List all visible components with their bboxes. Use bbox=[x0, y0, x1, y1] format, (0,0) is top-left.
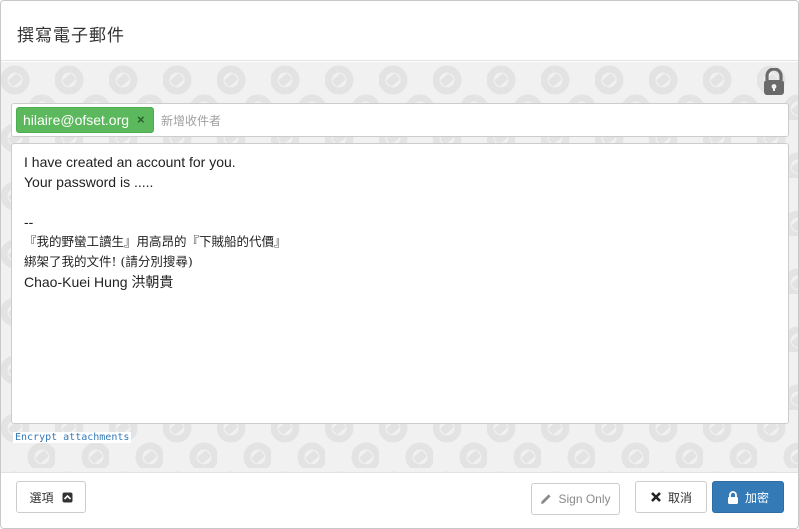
remove-recipient-icon[interactable]: × bbox=[137, 108, 145, 132]
message-line bbox=[24, 192, 776, 212]
recipient-email: hilaire@ofset.org bbox=[23, 112, 130, 128]
message-line: I have created an account for you. bbox=[24, 154, 236, 170]
encrypt-button[interactable]: 加密 bbox=[712, 481, 784, 513]
message-editor[interactable]: I have created an account for you. Your … bbox=[11, 143, 789, 424]
message-line: Your password is ..... bbox=[24, 174, 154, 190]
chevron-up-square-icon bbox=[62, 492, 73, 503]
signature-line: Chao-Kuei Hung 洪朝貴 bbox=[24, 274, 174, 290]
encryption-lock-toggle[interactable] bbox=[762, 67, 786, 96]
cancel-label: 取消 bbox=[667, 490, 692, 505]
close-icon bbox=[650, 491, 662, 503]
options-button[interactable]: 選項 bbox=[16, 481, 86, 513]
message-line: 『我的野蠻工讀生』用高昂的『下賊船的代價』 bbox=[24, 234, 287, 249]
cancel-button[interactable]: 取消 bbox=[635, 481, 707, 513]
lock-icon bbox=[764, 67, 784, 95]
message-line: -- bbox=[24, 214, 34, 230]
recipient-chip[interactable]: hilaire@ofset.org × bbox=[16, 107, 154, 133]
compose-body: hilaire@ofset.org × I have created an ac… bbox=[1, 62, 798, 472]
encrypt-attachments-link[interactable]: Encrypt attachments bbox=[13, 432, 132, 443]
dialog-footer: 選項 Sign Only 取消 加密 bbox=[1, 472, 798, 528]
lock-icon bbox=[727, 490, 739, 504]
message-line: 綁架了我的文件! (請分別搜尋) bbox=[24, 254, 193, 269]
recipients-field[interactable]: hilaire@ofset.org × bbox=[11, 103, 789, 137]
add-recipient-input[interactable] bbox=[159, 110, 559, 132]
pencil-icon bbox=[540, 493, 552, 505]
compose-dialog: 撰寫電子郵件 hilaire@ofset.org × 新增收件者 I have … bbox=[0, 0, 799, 529]
encrypt-label: 加密 bbox=[744, 490, 769, 505]
options-label: 選項 bbox=[29, 490, 54, 505]
sign-only-label: Sign Only bbox=[558, 492, 611, 506]
dialog-title: 撰寫電子郵件 bbox=[17, 26, 125, 46]
dialog-header: 撰寫電子郵件 bbox=[1, 1, 798, 61]
sign-only-button[interactable]: Sign Only bbox=[531, 483, 620, 515]
